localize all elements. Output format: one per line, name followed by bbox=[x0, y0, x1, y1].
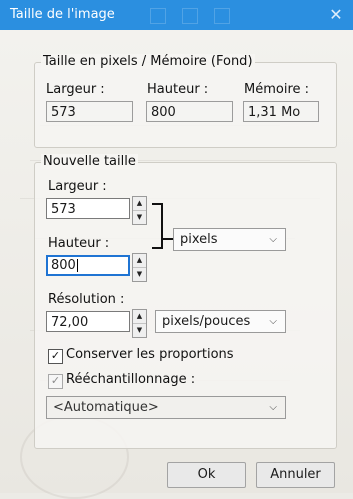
toolbar-ghost-icon bbox=[150, 8, 166, 24]
window-title: Taille de l'image bbox=[10, 7, 115, 22]
chevron-down-icon: ⌵ bbox=[269, 316, 277, 327]
spin-down-icon[interactable]: ▼ bbox=[133, 267, 146, 281]
resolution-unit-select[interactable]: pixels/pouces ⌵ bbox=[155, 310, 286, 333]
new-height-value: 800 bbox=[51, 258, 76, 273]
resample-method-select[interactable]: <Automatique> ⌵ bbox=[46, 396, 286, 419]
unit-select[interactable]: pixels ⌵ bbox=[173, 228, 286, 251]
new-height-input[interactable]: 800 bbox=[46, 255, 130, 276]
memory-label: Mémoire : bbox=[244, 82, 310, 97]
pixels-memory-legend: Taille en pixels / Mémoire (Fond) bbox=[41, 54, 255, 69]
close-icon[interactable]: ✕ bbox=[319, 0, 353, 30]
new-height-stepper[interactable]: ▲ ▼ bbox=[132, 253, 147, 282]
text-caret bbox=[76, 259, 78, 272]
unit-select-value: pixels bbox=[180, 232, 218, 247]
spin-up-icon[interactable]: ▲ bbox=[133, 254, 146, 267]
memory-field: 1,31 Mo bbox=[243, 101, 319, 122]
spin-down-icon[interactable]: ▼ bbox=[133, 210, 146, 224]
current-width-field: 573 bbox=[46, 101, 133, 122]
ok-button[interactable]: Ok bbox=[167, 462, 246, 488]
keep-proportions-label: Conserver les proportions bbox=[66, 347, 234, 362]
resolution-stepper[interactable]: ▲ ▼ bbox=[132, 309, 147, 338]
current-height-label: Hauteur : bbox=[147, 82, 209, 97]
link-bracket-tick bbox=[161, 238, 173, 240]
current-width-label: Largeur : bbox=[46, 82, 105, 97]
new-height-label: Hauteur : bbox=[48, 236, 110, 251]
new-width-label: Largeur : bbox=[48, 179, 107, 194]
resolution-unit-value: pixels/pouces bbox=[162, 314, 251, 329]
resample-method-value: <Automatique> bbox=[53, 400, 159, 415]
spin-up-icon[interactable]: ▲ bbox=[133, 197, 146, 210]
resample-label: Rééchantillonnage : bbox=[66, 372, 196, 387]
new-size-legend: Nouvelle taille bbox=[41, 154, 138, 169]
cancel-button[interactable]: Annuler bbox=[256, 462, 335, 488]
spin-down-icon[interactable]: ▼ bbox=[133, 323, 146, 337]
resample-checkbox[interactable]: ✓ bbox=[48, 374, 63, 389]
current-height-field: 800 bbox=[146, 101, 233, 122]
title-bar: Taille de l'image ✕ bbox=[0, 0, 353, 30]
toolbar-ghost-icon bbox=[214, 8, 230, 24]
new-width-input[interactable]: 573 bbox=[46, 198, 130, 219]
keep-proportions-checkbox[interactable]: ✓ bbox=[48, 349, 63, 364]
resolution-input[interactable]: 72,00 bbox=[46, 311, 130, 332]
new-width-stepper[interactable]: ▲ ▼ bbox=[132, 196, 147, 225]
chevron-down-icon: ⌵ bbox=[269, 234, 277, 245]
chevron-down-icon: ⌵ bbox=[269, 402, 277, 413]
spin-up-icon[interactable]: ▲ bbox=[133, 310, 146, 323]
toolbar-ghost-icon bbox=[182, 8, 198, 24]
link-bracket-top bbox=[152, 203, 163, 228]
resolution-label: Résolution : bbox=[48, 292, 125, 307]
